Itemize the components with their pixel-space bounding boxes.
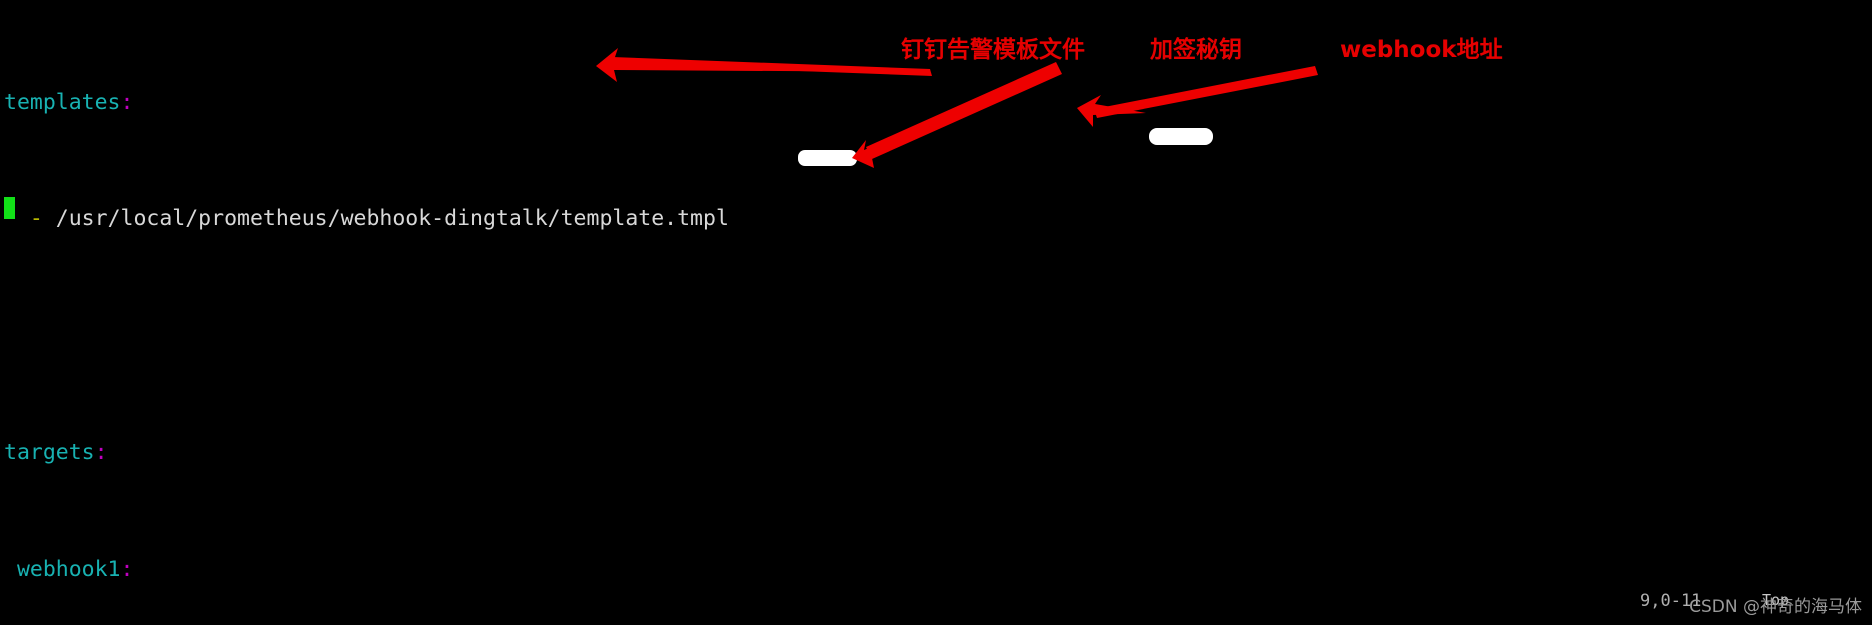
redaction-box-access-token xyxy=(1149,128,1213,145)
code-line-templates-key: templates: xyxy=(0,88,1872,117)
code-line-blank-1 xyxy=(0,321,1872,350)
watermark: CSDN @神奇的海马体 xyxy=(1689,592,1862,617)
terminal-editor[interactable]: templates: - /usr/local/prometheus/webho… xyxy=(0,0,1872,625)
code-line-webhook1-key: webhook1: xyxy=(0,555,1872,584)
yaml-key-targets: targets xyxy=(4,440,95,465)
code-line-targets-key: targets: xyxy=(0,438,1872,467)
yaml-key-webhook1: webhook1 xyxy=(16,556,121,582)
watermark-author: @神奇的海马体 xyxy=(1743,597,1862,617)
watermark-brand: CSDN xyxy=(1689,597,1738,617)
redaction-box-secret xyxy=(798,150,857,166)
colon-glyph: : xyxy=(120,556,134,582)
yaml-value-template-path: /usr/local/prometheus/webhook-dingtalk/t… xyxy=(55,206,729,232)
colon-glyph: : xyxy=(94,440,108,465)
yaml-key-templates: templates xyxy=(4,89,121,115)
code-line-template-path: - /usr/local/prometheus/webhook-dingtalk… xyxy=(0,204,1872,233)
annotation-webhook-address: webhook地址 xyxy=(1340,37,1503,63)
colon-glyph: : xyxy=(120,89,134,115)
annotation-sign-secret: 加签秘钥 xyxy=(1150,37,1242,63)
text-cursor xyxy=(4,197,15,219)
annotation-template-file: 钉钉告警模板文件 xyxy=(901,37,1085,63)
list-dash-glyph: - xyxy=(29,206,43,232)
